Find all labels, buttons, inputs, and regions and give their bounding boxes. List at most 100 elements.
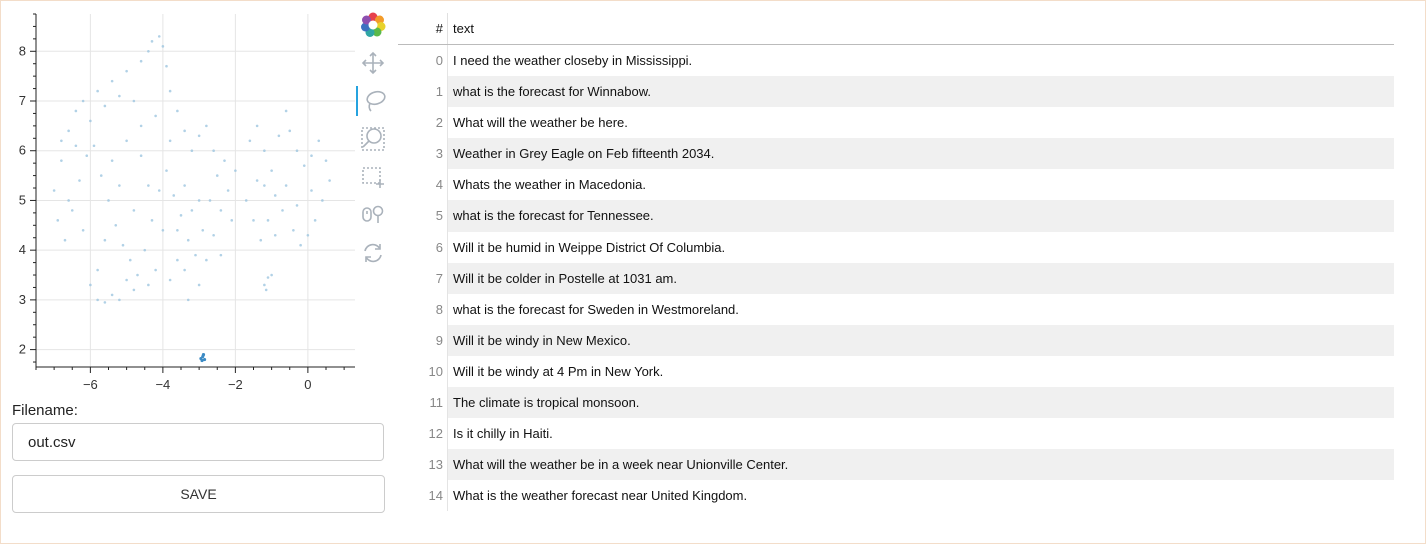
table-row[interactable]: 11 The climate is tropical monsoon. <box>398 387 1394 419</box>
index-column-header[interactable]: # <box>398 13 443 44</box>
table-header: # text <box>398 13 1394 45</box>
table-row[interactable]: 14 What is the weather forecast near Unit… <box>398 480 1394 512</box>
data-point <box>284 184 288 187</box>
x-tick-label: −4 <box>155 377 170 392</box>
data-point <box>212 149 215 153</box>
data-point <box>139 124 143 128</box>
hover-icon[interactable] <box>356 200 390 230</box>
data-point <box>197 283 201 287</box>
table-row[interactable]: 9 Will it be windy in New Mexico. <box>398 324 1394 356</box>
data-point <box>63 238 67 242</box>
row-text: What will the weather be here. <box>453 115 628 131</box>
scatter-plot-canvas[interactable]: −6 −4 −2 0 2 3 4 5 6 7 8 <box>0 0 360 400</box>
table-row[interactable]: 1 what is the forecast for Winnabow. <box>398 76 1394 108</box>
data-point <box>176 228 179 232</box>
data-point <box>263 184 266 187</box>
data-point <box>168 139 172 143</box>
data-point <box>219 209 223 212</box>
y-tick-label: 7 <box>19 93 26 108</box>
row-index: 11 <box>429 395 444 411</box>
row-text: Will it be windy at 4 Pm in New York. <box>453 363 664 379</box>
row-index: 4 <box>435 177 443 193</box>
data-point <box>99 174 103 177</box>
x-tick-label: −6 <box>83 377 98 392</box>
row-text: I need the weather closeby in Mississipp… <box>453 53 693 68</box>
data-point <box>132 288 136 292</box>
lasso-select-icon[interactable] <box>356 86 392 116</box>
data-point <box>118 94 121 98</box>
data-point <box>259 238 263 242</box>
data-point <box>223 159 226 162</box>
data-point <box>270 273 273 277</box>
box-select-icon[interactable] <box>356 162 390 192</box>
wheel-zoom-icon[interactable] <box>356 124 390 154</box>
row-text: Is it chilly in Haiti. <box>453 426 553 442</box>
data-point <box>157 189 161 192</box>
data-point-highlight <box>200 358 204 363</box>
data-point <box>248 139 252 143</box>
data-point <box>295 149 299 153</box>
data-point <box>67 199 70 202</box>
data-point <box>255 124 259 128</box>
row-index: 5 <box>435 208 443 224</box>
table-row[interactable]: 3 Weather in Grey Eagle on Feb fifteenth … <box>398 138 1394 170</box>
data-point <box>328 179 331 182</box>
data-point <box>103 301 107 304</box>
table-row[interactable]: 13 What will the weather be in a week nea… <box>398 449 1394 481</box>
data-point <box>234 169 237 172</box>
data-point <box>81 99 85 103</box>
data-point <box>281 209 284 212</box>
pan-icon[interactable] <box>356 48 390 78</box>
data-point <box>183 184 186 187</box>
y-tick-label: 8 <box>19 43 26 58</box>
row-text: What will the weather be in a week near … <box>453 457 789 473</box>
text-column-header[interactable]: text <box>453 13 474 44</box>
data-point <box>183 129 186 133</box>
row-text: what is the forecast for Sweden in Westm… <box>453 301 739 317</box>
table-row[interactable]: 10 Will it be windy at 4 Pm in New York. <box>398 355 1394 388</box>
data-point <box>270 169 273 172</box>
axes: −6 −4 −2 0 2 3 4 5 6 7 8 <box>19 13 355 392</box>
y-tick-label: 4 <box>19 242 26 257</box>
data-point <box>67 129 70 133</box>
table-row[interactable]: 8 what is the forecast for Sweden in West… <box>398 293 1394 325</box>
row-text: The climate is tropical monsoon. <box>453 395 640 411</box>
scatter-plot[interactable]: −6 −4 −2 0 2 3 4 5 6 7 8 <box>0 0 360 400</box>
y-tick-label: 2 <box>19 342 26 357</box>
data-point <box>230 219 234 222</box>
row-index: 9 <box>435 332 443 348</box>
data-point <box>143 248 147 252</box>
table-row[interactable]: 2 What will the weather be here. <box>398 107 1394 139</box>
reset-icon[interactable] <box>356 238 390 268</box>
data-point <box>284 109 288 113</box>
data-point <box>154 114 157 118</box>
data-point <box>81 228 85 232</box>
data-point <box>74 109 78 113</box>
table-row[interactable]: 7 Will it be colder in Postelle at 1031 a… <box>398 262 1394 294</box>
data-point <box>89 119 92 123</box>
data-point <box>52 189 56 192</box>
table-row[interactable]: 12 Is it chilly in Haiti. <box>398 418 1394 450</box>
row-text: Will it be humid in Weippe District Of C… <box>453 239 726 255</box>
data-point <box>136 273 139 277</box>
save-button[interactable]: SAVE <box>12 475 385 513</box>
table-row[interactable]: 5 what is the forecast for Tennessee. <box>398 200 1394 232</box>
data-point <box>132 99 136 103</box>
grid-lines <box>36 14 355 367</box>
data-point <box>154 268 157 272</box>
data-point <box>306 233 310 237</box>
table-row[interactable]: 4 Whats the weather in Macedonia. <box>398 169 1394 201</box>
filename-input[interactable] <box>12 423 384 461</box>
data-point <box>205 258 208 262</box>
data-point <box>165 64 168 68</box>
data-point <box>128 258 132 262</box>
data-point <box>107 199 110 202</box>
data-point <box>121 243 125 247</box>
data-point <box>147 49 150 53</box>
bokeh-logo-icon[interactable] <box>356 10 390 40</box>
data-point <box>96 298 99 302</box>
table-row[interactable]: 0 I need the weather closeby in Mississip… <box>398 45 1394 77</box>
row-text: what is the forecast for Tennessee. <box>453 208 654 224</box>
table-row[interactable]: 6 Will it be humid in Weippe District Of … <box>398 231 1394 263</box>
data-point <box>139 154 143 157</box>
